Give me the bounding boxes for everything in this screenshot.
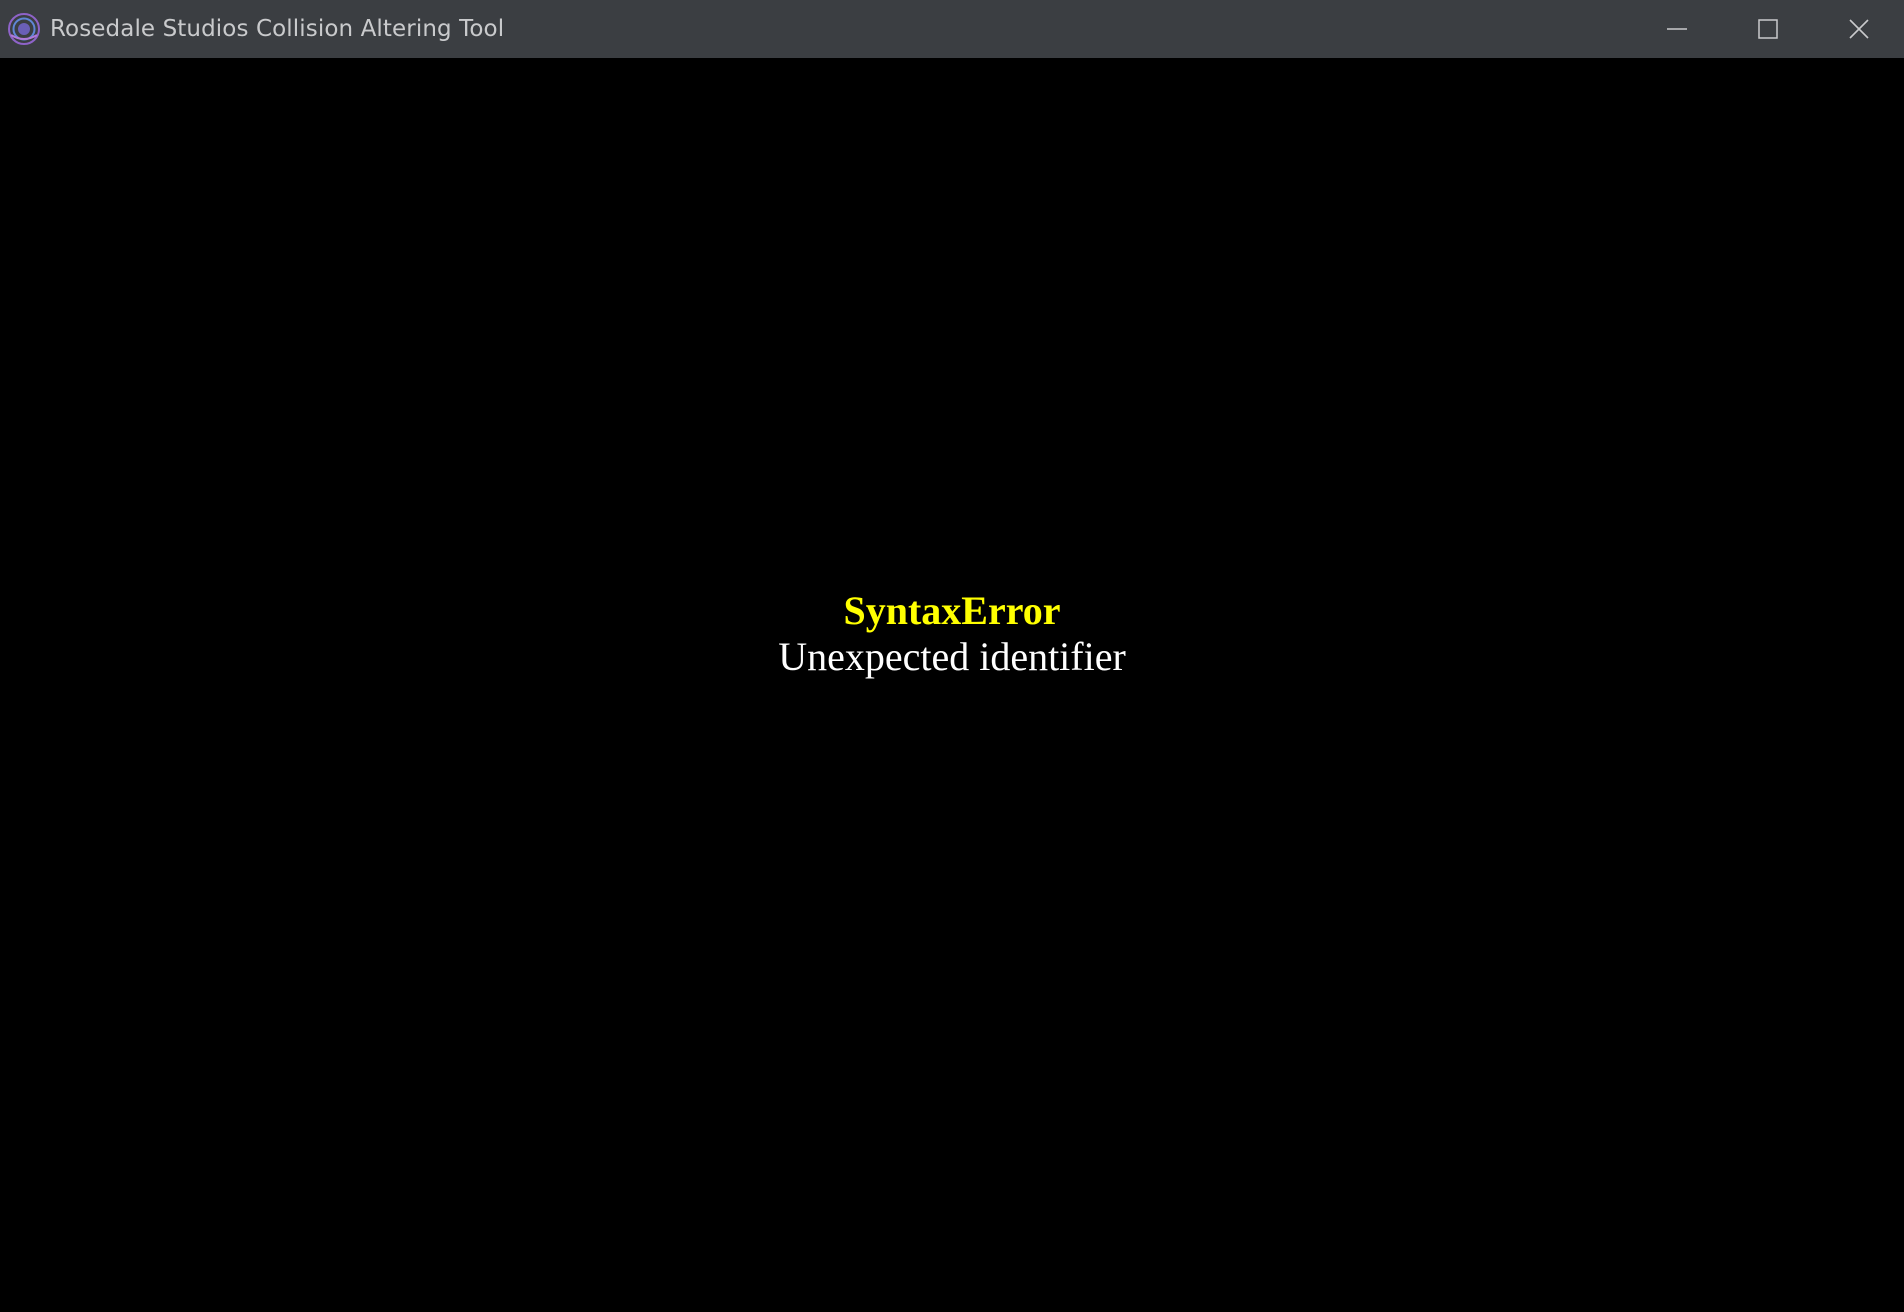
window-controls	[1631, 0, 1904, 58]
app-window: Rosedale Studios Collision Altering Tool	[0, 0, 1904, 1312]
app-logo-icon	[7, 12, 41, 46]
maximize-button[interactable]	[1722, 0, 1813, 58]
close-button[interactable]	[1813, 0, 1904, 58]
close-icon	[1848, 18, 1870, 40]
minimize-button[interactable]	[1631, 0, 1722, 58]
minimize-icon	[1666, 18, 1688, 40]
error-display: SyntaxError Unexpected identifier	[0, 588, 1904, 680]
content-area: SyntaxError Unexpected identifier	[0, 58, 1904, 1312]
window-title: Rosedale Studios Collision Altering Tool	[50, 16, 505, 42]
maximize-icon	[1757, 18, 1779, 40]
title-bar[interactable]: Rosedale Studios Collision Altering Tool	[0, 0, 1904, 58]
error-type: SyntaxError	[843, 588, 1061, 633]
error-message: Unexpected identifier	[778, 634, 1126, 679]
